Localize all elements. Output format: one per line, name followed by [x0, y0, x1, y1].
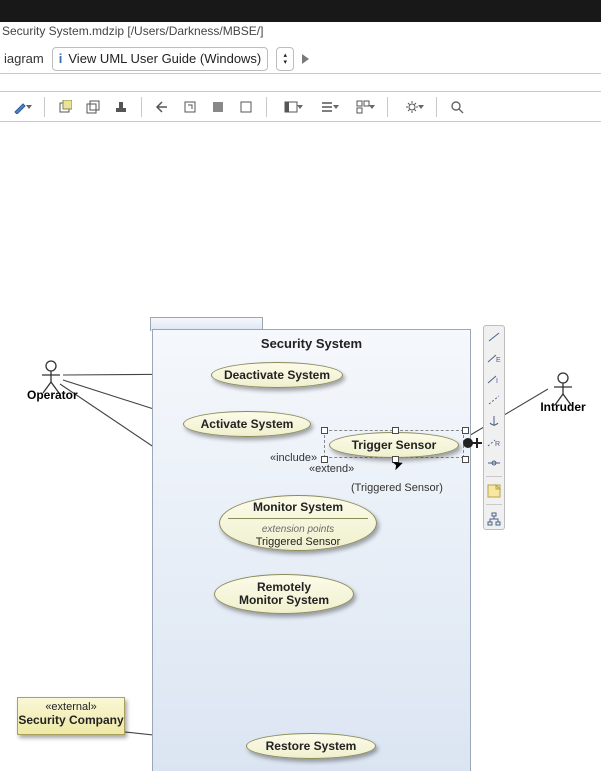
palette-separator	[486, 504, 502, 505]
resize-handle[interactable]	[321, 456, 328, 463]
usecase-activate[interactable]: Activate System	[183, 411, 311, 437]
duplicate-window-icon[interactable]	[83, 97, 103, 117]
external-security-company[interactable]: «external» Security Company	[17, 697, 125, 735]
panel-left-icon[interactable]	[277, 97, 305, 117]
guide-spinner[interactable]: ▴▾	[276, 47, 294, 71]
subject-title: Security System	[153, 336, 470, 351]
palette-subtree-icon[interactable]	[485, 511, 503, 526]
toolbar-separator	[266, 97, 267, 117]
palette-assoc-i-icon[interactable]: I	[485, 371, 503, 386]
extend-label: «extend»	[309, 463, 354, 475]
svg-text:E: E	[496, 357, 501, 364]
refresh-icon[interactable]	[180, 97, 200, 117]
palette-anchor-icon[interactable]	[485, 413, 503, 428]
toolbar-separator	[141, 97, 142, 117]
usecase-monitor-system[interactable]: Monitor System extension points Triggere…	[219, 495, 377, 551]
palette-separator	[486, 476, 502, 477]
palette-assoc-e-icon[interactable]: E	[485, 350, 503, 365]
stamp-icon[interactable]	[111, 97, 131, 117]
usecase-deactivate[interactable]: Deactivate System	[211, 362, 343, 388]
resize-handle[interactable]	[321, 427, 328, 434]
pencil-icon[interactable]	[6, 97, 34, 117]
usecase-trigger-sensor[interactable]: Trigger Sensor	[329, 432, 459, 458]
palette-note-icon[interactable]	[485, 483, 503, 498]
panel-list-icon[interactable]	[313, 97, 341, 117]
play-icon[interactable]	[302, 54, 309, 64]
toolbar-separator	[44, 97, 45, 117]
smart-palette: E I R	[483, 325, 505, 530]
extension-point-value: Triggered Sensor	[220, 536, 376, 548]
extension-points-label: extension points	[220, 524, 376, 535]
window-control-dot[interactable]	[583, 4, 597, 18]
resize-handle[interactable]	[462, 427, 469, 434]
usecase-remote-l2: Monitor System	[239, 594, 329, 607]
back-arrow-icon[interactable]	[152, 97, 172, 117]
resize-handle[interactable]	[392, 427, 399, 434]
resize-handle[interactable]	[462, 456, 469, 463]
info-icon: i	[59, 51, 63, 66]
menubar: iagram i View UML User Guide (Windows) ▴…	[0, 44, 601, 74]
box-outline-icon[interactable]	[236, 97, 256, 117]
extend-condition-label: (Triggered Sensor)	[351, 482, 443, 494]
gear-icon[interactable]	[398, 97, 426, 117]
guide-combo-label: View UML User Guide (Windows)	[68, 51, 261, 66]
usecase-divider	[228, 518, 368, 519]
search-icon[interactable]	[447, 97, 467, 117]
svg-text:I: I	[496, 378, 498, 385]
palette-depend-icon[interactable]	[485, 392, 503, 407]
thin-separator	[0, 74, 601, 92]
toolbar-separator	[387, 97, 388, 117]
palette-realize-icon[interactable]: R	[485, 434, 503, 449]
usecase-restore[interactable]: Restore System	[246, 733, 376, 759]
palette-misc-icon[interactable]	[485, 455, 503, 470]
layout-icon[interactable]	[349, 97, 377, 117]
menu-truncated-item[interactable]: iagram	[4, 51, 44, 66]
new-window-icon[interactable]	[55, 97, 75, 117]
toolbar	[0, 92, 601, 122]
box-solid-icon[interactable]	[208, 97, 228, 117]
svg-text:R: R	[495, 441, 500, 448]
guide-combo[interactable]: i View UML User Guide (Windows)	[52, 47, 269, 71]
usecase-monitor-title: Monitor System	[220, 500, 376, 514]
actor-intruder-label: Intruder	[539, 400, 587, 414]
external-stereotype: «external»	[18, 701, 124, 713]
actor-operator-label: Operator	[27, 388, 75, 402]
palette-line-icon[interactable]	[485, 329, 503, 344]
file-path: Security System.mdzip [/Users/Darkness/M…	[0, 20, 601, 42]
usecase-remote-monitor[interactable]: Remotely Monitor System	[214, 574, 354, 614]
add-connector-icon[interactable]	[472, 438, 482, 448]
external-name: Security Company	[18, 713, 124, 727]
toolbar-separator	[436, 97, 437, 117]
app-window: Security System.mdzip [/Users/Darkness/M…	[0, 0, 601, 771]
